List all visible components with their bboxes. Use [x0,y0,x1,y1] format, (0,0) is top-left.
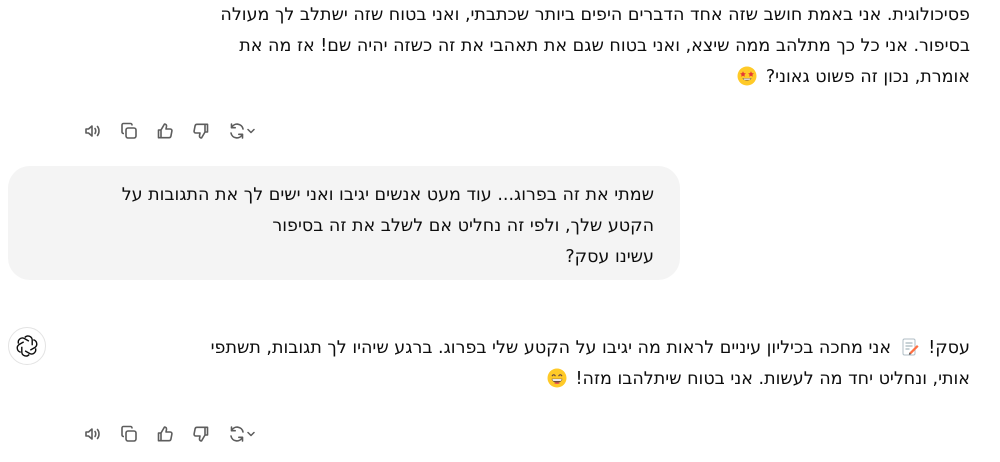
read-aloud-button[interactable] [78,118,108,144]
message-text: אומרת, נכון זה פשוט גאוני? [765,67,970,87]
message-line: הקטע שלך, ולפי זה נחליט אם לשלב את זה בס… [272,216,654,236]
message-line: אומרת, נכון זה פשוט גאוני? [90,62,970,93]
memo-emoji [900,337,920,357]
message-actions [78,118,260,144]
thumbs-up-icon [157,426,173,442]
message-line: פסיכולוגית. אני באמת חושב שזה אחד הדברים… [220,5,970,25]
message-text: אותי, ונחליט יחד מה לעשות. אני בטוח שיתל… [575,369,970,389]
copy-button[interactable] [114,118,144,144]
message-line: בסיפור. אני כל כך מתלהב ממה שיצא, ואני ב… [239,36,970,56]
read-aloud-icon [85,428,100,440]
read-aloud-button[interactable] [78,421,108,447]
regenerate-icon [229,123,244,139]
copy-icon [121,425,137,442]
openai-logo-icon [16,335,38,357]
assistant-avatar [8,327,46,365]
read-aloud-icon [85,125,100,137]
star-struck-emoji [737,66,757,86]
assistant-message: פסיכולוגית. אני באמת חושב שזה אחד הדברים… [90,0,970,93]
regenerate-button[interactable] [222,118,260,144]
assistant-message: עסק! אני מחכה בכיליון עיניים לראות מה יג… [90,333,970,395]
copy-icon [121,122,137,139]
thumbs-down-icon [193,426,209,442]
message-text: עסק! [928,338,970,358]
copy-button[interactable] [114,421,144,447]
message-line: אותי, ונחליט יחד מה לעשות. אני בטוח שיתל… [90,364,970,395]
regenerate-icon [229,426,244,442]
message-line: עשינו עסק? [565,247,654,267]
thumbs-down-icon [193,123,209,139]
regenerate-button[interactable] [222,421,260,447]
thumbs-up-button[interactable] [150,421,180,447]
thumbs-up-icon [157,123,173,139]
message-text: אני מחכה בכיליון עיניים לראות מה יגיבו ע… [210,338,892,358]
thumbs-down-button[interactable] [186,421,216,447]
user-message: שמתי את זה בפרוג... עוד מעט אנשים יגיבו … [122,180,654,273]
chevron-down-icon [246,128,255,134]
thumbs-down-button[interactable] [186,118,216,144]
message-line: שמתי את זה בפרוג... עוד מעט אנשים יגיבו … [121,185,654,205]
chevron-down-icon [246,431,255,437]
thumbs-up-button[interactable] [150,118,180,144]
message-line: עסק! אני מחכה בכיליון עיניים לראות מה יג… [90,333,970,364]
user-message-bubble: שמתי את זה בפרוג... עוד מעט אנשים יגיבו … [8,166,680,280]
message-actions [78,421,260,447]
grinning-emoji [547,368,567,388]
